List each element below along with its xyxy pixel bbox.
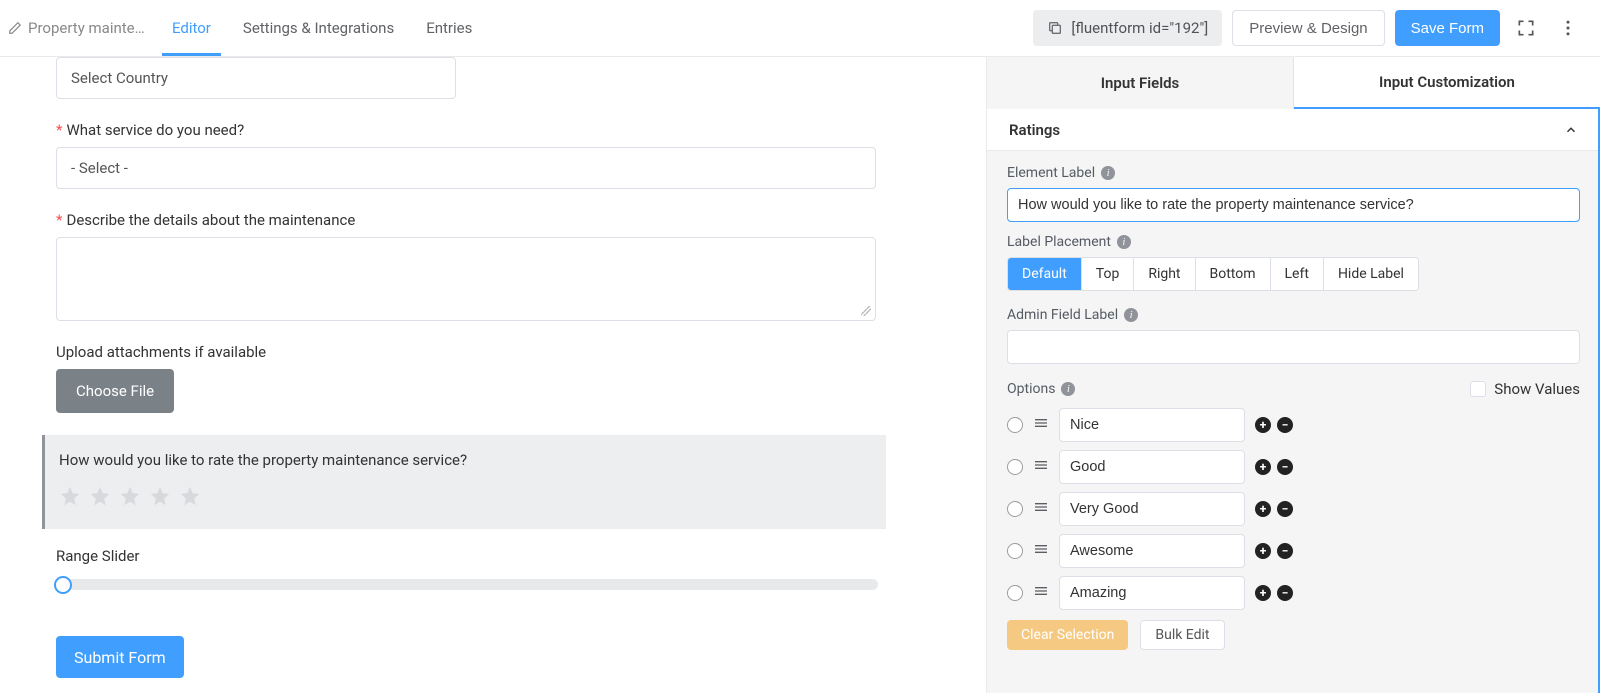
show-values-checkbox[interactable] [1470,381,1486,397]
drag-handle-icon[interactable] [1033,499,1049,519]
option-remove-button[interactable]: − [1277,585,1293,601]
service-select[interactable]: - Select - [56,147,876,189]
drag-handle-icon[interactable] [1033,583,1049,603]
show-values-label: Show Values [1494,380,1580,398]
required-indicator: * [56,211,62,229]
option-row: +− [1007,492,1580,526]
option-remove-button[interactable]: − [1277,543,1293,559]
option-default-radio[interactable] [1007,459,1023,475]
range-slider[interactable] [56,579,878,590]
option-label-input[interactable] [1059,450,1245,484]
clear-selection-button[interactable]: Clear Selection [1007,620,1128,650]
submit-button[interactable]: Submit Form [56,636,184,678]
ratings-field-block[interactable]: How would you like to rate the property … [42,435,886,529]
tab-settings[interactable]: Settings & Integrations [243,0,394,56]
option-label-input[interactable] [1059,408,1245,442]
chevron-up-icon [1564,123,1578,137]
info-icon[interactable]: i [1101,166,1115,180]
options-title: Options [1007,381,1055,397]
option-add-button[interactable]: + [1255,585,1271,601]
preview-design-button[interactable]: Preview & Design [1232,10,1384,46]
form-name[interactable]: Property mainte… [8,19,148,37]
placement-default[interactable]: Default [1008,258,1082,290]
star-icon[interactable] [149,485,171,507]
option-remove-button[interactable]: − [1277,459,1293,475]
drag-handle-icon[interactable] [1033,457,1049,477]
range-slider-thumb[interactable] [54,576,72,594]
upload-label: Upload attachments if available [56,343,266,361]
option-default-radio[interactable] [1007,585,1023,601]
option-row: +− [1007,450,1580,484]
ratings-label: How would you like to rate the property … [59,451,872,469]
option-remove-button[interactable]: − [1277,417,1293,433]
option-row: +− [1007,576,1580,610]
more-menu-button[interactable] [1552,12,1584,44]
ratings-accordion-header[interactable]: Ratings [987,109,1600,151]
tab-input-fields[interactable]: Input Fields [987,57,1294,109]
star-icon[interactable] [179,485,201,507]
placement-left[interactable]: Left [1271,258,1324,290]
required-indicator: * [56,121,62,139]
info-icon[interactable]: i [1117,235,1131,249]
country-select[interactable]: Select Country [56,57,456,99]
copy-icon [1047,20,1063,36]
choose-file-button[interactable]: Choose File [56,369,174,413]
option-remove-button[interactable]: − [1277,501,1293,517]
option-default-radio[interactable] [1007,543,1023,559]
label-placement-title: Label Placement [1007,234,1111,250]
option-default-radio[interactable] [1007,417,1023,433]
info-icon[interactable]: i [1061,382,1075,396]
pencil-icon [8,21,22,35]
element-label-input[interactable] [1007,188,1580,222]
rating-stars[interactable] [59,485,872,507]
bulk-edit-button[interactable]: Bulk Edit [1140,620,1224,650]
top-bar: Property mainte… Editor Settings & Integ… [0,0,1600,57]
info-icon[interactable]: i [1124,308,1138,322]
describe-label: Describe the details about the maintenan… [66,211,355,229]
option-label-input[interactable] [1059,576,1245,610]
option-label-input[interactable] [1059,534,1245,568]
element-label-title: Element Label [1007,165,1095,181]
panel-tabs: Input Fields Input Customization [987,57,1600,109]
service-label: What service do you need? [66,121,244,139]
star-icon[interactable] [59,485,81,507]
describe-textarea[interactable] [56,237,876,321]
tab-editor[interactable]: Editor [172,0,211,56]
option-default-radio[interactable] [1007,501,1023,517]
option-add-button[interactable]: + [1255,459,1271,475]
form-name-text: Property mainte… [28,19,145,37]
shortcode-text: [fluentform id="192"] [1071,19,1208,37]
star-icon[interactable] [89,485,111,507]
tab-entries[interactable]: Entries [426,0,472,56]
drag-handle-icon[interactable] [1033,541,1049,561]
drag-handle-icon[interactable] [1033,415,1049,435]
fullscreen-button[interactable] [1510,12,1542,44]
save-form-button[interactable]: Save Form [1395,10,1500,46]
form-canvas: Select Country *What service do you need… [0,57,986,693]
right-panel: Input Fields Input Customization Ratings… [986,57,1600,693]
label-placement-group: Default Top Right Bottom Left Hide Label [1007,257,1419,291]
option-row: +− [1007,534,1580,568]
option-add-button[interactable]: + [1255,543,1271,559]
placement-hide[interactable]: Hide Label [1324,258,1418,290]
tab-input-customization[interactable]: Input Customization [1294,57,1600,109]
star-icon[interactable] [119,485,141,507]
dots-vertical-icon [1558,18,1578,38]
expand-icon [1516,18,1536,38]
placement-top[interactable]: Top [1082,258,1135,290]
option-add-button[interactable]: + [1255,501,1271,517]
admin-field-label-title: Admin Field Label [1007,307,1118,323]
shortcode-display[interactable]: [fluentform id="192"] [1033,10,1222,46]
option-add-button[interactable]: + [1255,417,1271,433]
range-label: Range Slider [56,547,139,565]
option-label-input[interactable] [1059,492,1245,526]
placement-bottom[interactable]: Bottom [1196,258,1271,290]
admin-field-label-input[interactable] [1007,330,1580,364]
header-tabs: Editor Settings & Integrations Entries [172,0,472,56]
option-row: +− [1007,408,1580,442]
placement-right[interactable]: Right [1134,258,1195,290]
